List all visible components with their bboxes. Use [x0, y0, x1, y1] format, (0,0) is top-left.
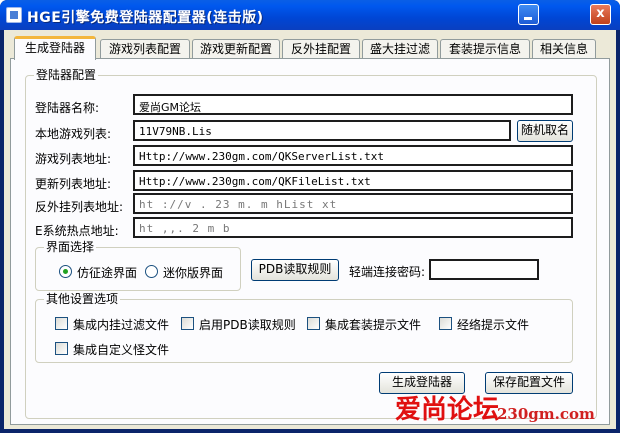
tab-shanda-filter[interactable]: 盛大挂过滤 [362, 39, 438, 59]
group-title: 登陆器配置 [34, 68, 99, 82]
window-title: HGE引擎免费登陆器配置器(连击版) [27, 10, 264, 26]
tab-label: 生成登陆器 [24, 41, 85, 55]
radio-mini-ui[interactable] [145, 265, 158, 278]
checkbox-plugin-filter-label: 集成内挂过滤文件 [73, 318, 170, 332]
tab-label: 反外挂配置 [290, 42, 351, 56]
checkbox-plugin-filter[interactable] [55, 317, 68, 330]
watermark-domain: 230gm.com [497, 405, 595, 423]
anticheat-url-label: 反外挂列表地址: [35, 200, 124, 214]
close-button[interactable]: x [590, 4, 611, 25]
terminal-password-label: 轻端连接密码: [349, 265, 426, 279]
update-url-label: 更新列表地址: [35, 177, 112, 191]
random-name-button[interactable]: 随机取名 [517, 120, 573, 142]
title-bar[interactable]: HGE引擎免费登陆器配置器(连击版) x [0, 0, 620, 30]
tab-label: 盛大挂过滤 [369, 42, 430, 56]
checkbox-meridian-tips[interactable] [439, 317, 452, 330]
app-window: HGE引擎免费登陆器配置器(连击版) x 生成登陆器 游戏列表配置 游戏更新配置… [0, 0, 620, 433]
radio-zhengtu-label: 仿征途界面 [77, 266, 138, 280]
tab-label: 相关信息 [539, 42, 588, 56]
login-name-input[interactable]: 爱尚GM论坛 [133, 94, 573, 115]
close-icon: x [596, 6, 605, 21]
checkbox-meridian-tips-label: 经络提示文件 [457, 318, 530, 332]
tab-about[interactable]: 相关信息 [532, 39, 596, 59]
checkbox-custom-monster[interactable] [55, 342, 68, 355]
checkbox-suit-tips-label: 集成套装提示文件 [325, 318, 422, 332]
radio-zhengtu-ui[interactable] [59, 265, 72, 278]
group-title: 其他设置选项 [44, 292, 121, 306]
tab-game-list-config[interactable]: 游戏列表配置 [100, 39, 190, 59]
list-url-input[interactable]: Http://www.230gm.com/QKServerList.txt [133, 145, 573, 166]
group-title: 界面选择 [44, 240, 97, 254]
checkbox-suit-tips[interactable] [307, 317, 320, 330]
checkbox-pdb-rules-label: 启用PDB读取规则 [199, 318, 296, 332]
tab-label: 游戏列表配置 [108, 42, 181, 56]
tab-suit-tips[interactable]: 套装提示信息 [440, 39, 530, 59]
checkbox-pdb-rules[interactable] [181, 317, 194, 330]
radio-mini-label: 迷你版界面 [163, 266, 224, 280]
minimize-button[interactable] [518, 4, 539, 25]
watermark-logo: 爱尚论坛 [395, 395, 500, 425]
tab-game-update-config[interactable]: 游戏更新配置 [192, 39, 280, 59]
hotspot-url-input[interactable]: ht ,,. 2 m b [133, 217, 573, 238]
hotspot-url-label: E系统热点地址: [35, 224, 119, 238]
pdb-rules-button[interactable]: PDB读取规则 [251, 259, 339, 281]
local-list-input[interactable]: 11V79NB.Lis [133, 120, 511, 141]
tab-generate-launcher[interactable]: 生成登陆器 [14, 36, 96, 60]
anticheat-url-input[interactable]: ht ://v . 23 m. m hList xt [133, 193, 573, 214]
list-url-label: 游戏列表地址: [35, 152, 112, 166]
tab-label: 套装提示信息 [448, 42, 521, 56]
checkbox-custom-monster-label: 集成自定义怪文件 [73, 343, 170, 357]
update-url-input[interactable]: Http://www.230gm.com/QKFileList.txt [133, 170, 573, 191]
tab-label: 游戏更新配置 [199, 42, 272, 56]
local-list-label: 本地游戏列表: [35, 127, 112, 141]
tab-anticheat-config[interactable]: 反外挂配置 [282, 39, 360, 59]
window-body: 生成登陆器 游戏列表配置 游戏更新配置 反外挂配置 盛大挂过滤 套装提示信息 相… [4, 30, 616, 429]
terminal-password-input[interactable] [429, 259, 539, 280]
app-icon [6, 7, 22, 23]
tab-panel-generate: 登陆器配置 登陆器名称: 爱尚GM论坛 本地游戏列表: 11V79NB.Lis … [10, 58, 610, 425]
login-name-label: 登陆器名称: [35, 101, 100, 115]
